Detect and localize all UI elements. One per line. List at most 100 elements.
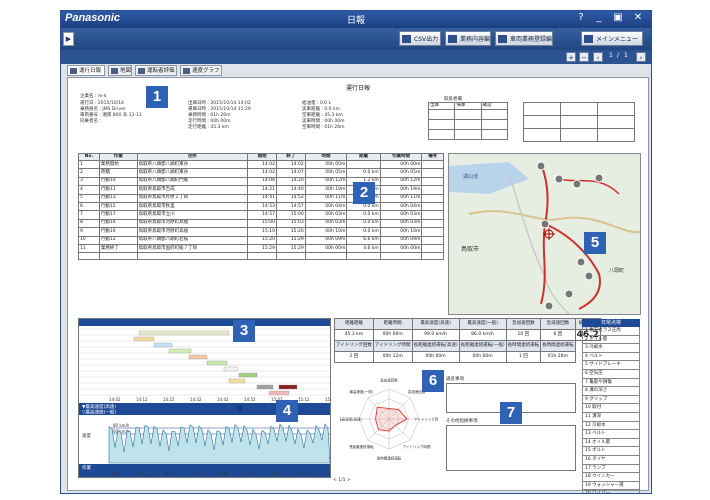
trip-cell: 15:29 <box>276 235 306 245</box>
trip-row[interactable]: 3 行動10 鳥取県八頭郡八頭町門尾 14:08 14:20 00h 12m 1.2 km 0… <box>78 176 444 187</box>
page-current: 1 <box>609 52 613 59</box>
next-page-button[interactable]: › <box>636 52 646 62</box>
summary-cell: 急加速回数 <box>505 318 542 330</box>
trip-col-header: 備考 <box>421 153 444 161</box>
trip-cell: 鳥取県鳥取市立川 <box>136 210 249 220</box>
toolbar: ▶ CSV出力 業務内容編集 車両業務登録編集 メインメニュー <box>61 28 651 58</box>
trip-cell: 行動11 <box>98 185 138 195</box>
trip-cell: 15:20 <box>276 227 306 237</box>
route-map[interactable]: 鳥取市 八頭町 湖山池 <box>448 153 641 315</box>
speed-tick-label: 14:32 <box>190 471 202 476</box>
trip-row[interactable]: 6 行動15 鳥取県鳥取市秋里 14:53 14:57 00h 04m 0.0 km 00h … <box>78 201 444 212</box>
minimize-button[interactable]: _ <box>592 12 606 23</box>
legend-item: 2 オイル量 <box>582 335 640 345</box>
close-button[interactable]: ✕ <box>631 12 645 23</box>
trip-cell: 11 <box>78 243 100 254</box>
page-total: 1 <box>624 52 628 59</box>
edit-work-button[interactable]: 業務内容編集 <box>445 31 491 58</box>
summary-cell: 1 回 <box>505 351 542 363</box>
radar-axis-label: 最高速度(高速) <box>340 417 362 422</box>
trip-cell: 鳥取県鳥取市国府町殿７丁目 <box>136 243 249 254</box>
speed-tick-label: 14:42 <box>217 471 229 476</box>
summary-cell: 長時間連続運転 <box>540 340 576 352</box>
edit-vehicle-button[interactable]: 車両業務登録編集 <box>495 31 553 58</box>
trip-cell: 14:20 <box>276 176 306 187</box>
trip-cell <box>421 210 444 220</box>
zoom-in-icon[interactable]: + <box>566 52 576 62</box>
legend-item: 17 ランプ <box>582 464 640 474</box>
tab-driver-evaluation[interactable]: 運転者評価 <box>135 65 177 76</box>
timeline-bar <box>138 330 230 336</box>
summary-cell: 10 回 <box>505 329 542 341</box>
trip-cell: 荷積 <box>98 168 138 178</box>
legend-item: 15 ボルト <box>582 447 640 456</box>
trip-row[interactable]: 5行動13鳥取県鳥取市片原１丁目14:4114:5200h 11m0.0 km0… <box>78 193 444 203</box>
trip-cell: 9 <box>78 227 100 237</box>
summary-cell: 00h 12m <box>372 351 413 363</box>
tab-bar: 運行日報 地図 運転者評価 速度グラフ <box>61 64 651 77</box>
callout-2: 2 <box>353 182 375 204</box>
trip-cell: 6 <box>78 201 100 212</box>
legend-item: 9 グリップ <box>582 395 640 405</box>
trip-row-empty <box>78 252 444 261</box>
trip-col-header: No. <box>78 153 100 161</box>
trip-row[interactable]: 9 行動10 鳥取県鳥取市河原町高福 15:10 15:20 00h 10m 0.0 km 0… <box>78 227 444 237</box>
summary-cell: 86.0 km/h <box>458 329 507 341</box>
summary-cell: 最高速度(高速) <box>411 318 460 330</box>
speed-tick-label: 14:02 <box>109 471 121 476</box>
trip-row[interactable]: 10 行動12 鳥取県八頭郡八頭町若桜 15:20 15:29 00h 09m 6.6 km… <box>78 235 444 245</box>
trip-row[interactable]: 1 業務開始 鳥取県八頭郡八頭町東谷 14:02 14:02 00h 00m 00h 00m <box>78 159 444 170</box>
trip-cell: 00h 19m <box>304 185 348 195</box>
sidebar-toggle-icon[interactable]: ▶ <box>63 32 74 46</box>
footer-page: < 1/1 > <box>333 478 351 483</box>
legend-item: 14 オイル量 <box>582 438 640 448</box>
summary-cell: 長距離連続運転(高速) <box>411 340 460 352</box>
trip-row[interactable]: 11 業務終了 鳥取県鳥取市国府町殿７丁目 15:29 15:29 00h 00m 4.6 … <box>78 243 444 254</box>
trip-cell <box>421 185 444 195</box>
summary-cell: 長時間連続運転 <box>505 340 542 352</box>
tab-daily-report[interactable]: 運行日報 <box>67 65 105 76</box>
timeline-tick-label: 14:52 <box>244 397 256 402</box>
zoom-out-icon[interactable]: − <box>579 52 589 62</box>
legend-item: 13 ベルト <box>582 430 640 439</box>
graph-icon <box>183 68 190 74</box>
trip-cell <box>421 227 444 237</box>
trip-row[interactable]: 7 行動17 鳥取県鳥取市立川 14:57 15:00 00h 03m 0.0 km 00h … <box>78 210 444 220</box>
trip-cell: 鳥取県八頭郡八頭町若桜 <box>136 235 249 245</box>
tab-speed-graph[interactable]: 速度グラフ <box>180 65 222 76</box>
map-city-label: 鳥取市 <box>461 245 479 253</box>
csv-export-button[interactable]: CSV出力 <box>399 31 441 46</box>
trip-cell: 5 <box>78 193 100 203</box>
speed-limit-80: 80 km/h <box>113 423 130 428</box>
driver-icon <box>138 68 145 74</box>
summary-cell: 45.3 km <box>334 329 374 341</box>
trip-cell: 業務終了 <box>98 243 138 254</box>
sign-table <box>523 102 635 142</box>
vehicle-icon <box>498 35 507 43</box>
map-icon <box>111 68 118 74</box>
trip-cell: 00h 04m <box>379 201 423 212</box>
summary-cell: 長距離連続運転(一般) <box>458 340 507 352</box>
trip-row[interactable]: 4行動11鳥取県鳥取市吉成14:2114:4000h 19m9.6 km00h … <box>78 185 444 195</box>
radar-axis-label: 長時間連続運転 <box>377 456 402 461</box>
legend-item: 8 溝の深さ <box>582 387 640 396</box>
trip-cell: 0.0 km <box>346 227 381 237</box>
speed-tick-label: 15:22 <box>325 471 330 476</box>
legend-title: 日常点検 <box>582 319 640 327</box>
window-title: 日報 <box>346 16 365 26</box>
speed-header-2: ▽最高速度(一般) <box>82 409 116 416</box>
speed-header: ▼最高速度(高速) <box>82 403 116 410</box>
truck-icon <box>584 35 593 43</box>
timeline-bar <box>168 348 192 354</box>
prev-page-button[interactable]: ‹ <box>593 52 603 62</box>
legend-item: 18 ウインカー <box>582 473 640 482</box>
speed-trace <box>108 423 330 464</box>
main-menu-button[interactable]: メインメニュー <box>581 31 643 46</box>
help-button[interactable]: ? <box>574 12 588 23</box>
trip-row[interactable]: 2 荷積 鳥取県八頭郡八頭町東谷 14:02 14:07 00h 05m 0.0 km 00h… <box>78 168 444 178</box>
trip-row[interactable]: 8 行動14 鳥取県鳥取市河原町高福 15:00 15:03 00h 03m 0.0 km 0… <box>78 218 444 229</box>
trip-cell: 14:41 <box>247 193 277 203</box>
summary-cell: 99.0 km/h <box>411 329 460 341</box>
restore-button[interactable]: ▣ <box>611 12 625 23</box>
tab-map[interactable]: 地図 <box>108 65 132 76</box>
